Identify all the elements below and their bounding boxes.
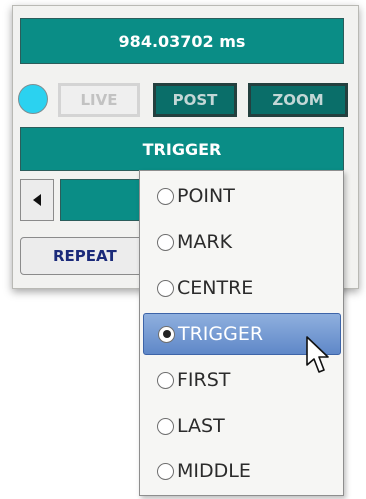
pointer-arrow-icon xyxy=(306,336,329,373)
radio-icon xyxy=(157,462,174,480)
trigger-select[interactable]: TRIGGER xyxy=(20,127,344,171)
option-point[interactable]: POINT xyxy=(143,175,341,217)
option-label: TRIGGER xyxy=(178,323,264,345)
option-centre[interactable]: CENTRE xyxy=(143,267,341,309)
radio-icon xyxy=(157,417,174,435)
option-label: FIRST xyxy=(177,369,231,391)
triangle-left-icon xyxy=(33,194,41,206)
radio-icon xyxy=(157,233,174,251)
time-value: 984.03702 ms xyxy=(118,31,246,51)
zoom-button[interactable]: ZOOM xyxy=(248,83,348,117)
time-display: 984.03702 ms xyxy=(20,18,344,64)
option-middle[interactable]: MIDDLE xyxy=(143,450,341,492)
option-label: POINT xyxy=(177,185,235,207)
radio-icon xyxy=(157,279,174,297)
trigger-select-value: TRIGGER xyxy=(142,139,222,159)
option-label: MIDDLE xyxy=(177,460,251,482)
live-button-label: LIVE xyxy=(80,91,118,109)
trigger-dropdown-menu: POINT MARK CENTRE TRIGGER FIRST LAST MID… xyxy=(139,170,344,496)
status-led-icon xyxy=(18,84,48,114)
zoom-button-label: ZOOM xyxy=(272,91,324,109)
option-mark[interactable]: MARK xyxy=(143,221,341,263)
live-button[interactable]: LIVE xyxy=(58,83,140,117)
option-last[interactable]: LAST xyxy=(143,405,341,447)
mode-row: LIVE POST ZOOM xyxy=(18,82,348,120)
option-label: MARK xyxy=(177,231,233,253)
post-button-label: POST xyxy=(172,91,218,109)
radio-selected-icon xyxy=(158,325,175,343)
repeat-button-label: REPEAT xyxy=(53,247,117,265)
radio-icon xyxy=(157,371,174,389)
scroll-left-button[interactable] xyxy=(20,179,54,221)
option-label: LAST xyxy=(177,415,225,437)
option-label: CENTRE xyxy=(177,277,254,299)
radio-icon xyxy=(157,187,174,205)
post-button[interactable]: POST xyxy=(153,83,237,117)
